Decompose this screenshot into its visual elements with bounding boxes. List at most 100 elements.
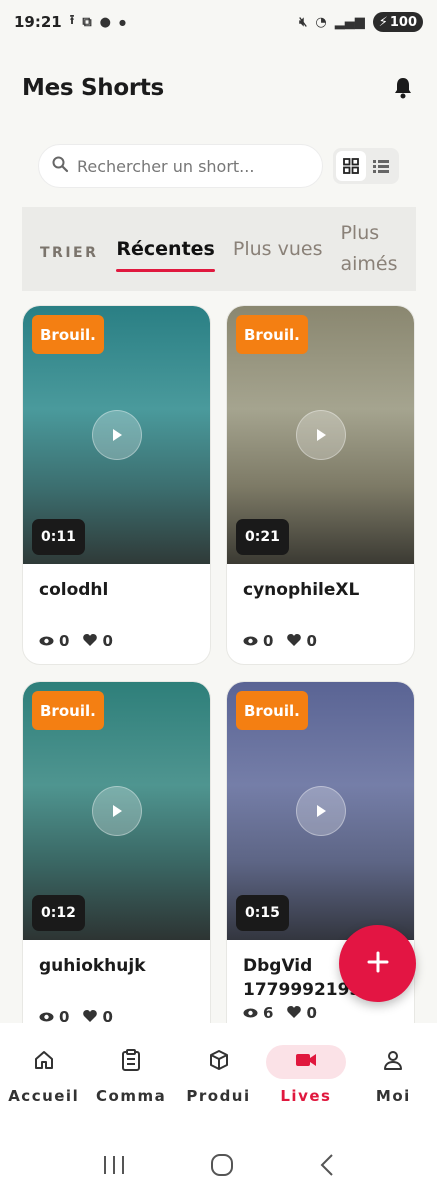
short-title: cynophileXL [243,580,360,600]
duration-badge: 0:15 [236,895,289,931]
eye-icon [39,632,54,650]
draft-badge: Brouil. [236,691,308,730]
clipboard-icon [121,1049,141,1075]
short-thumbnail[interactable]: Brouil. 0:15 [227,682,414,940]
short-thumbnail[interactable]: Brouil. 0:11 [23,306,210,564]
box-icon [209,1050,229,1074]
sort-tab-plus-aimes[interactable]: Plus aimés [340,218,397,280]
likes-count: 0 [102,632,113,650]
nav-icon-wrap [4,1045,84,1079]
short-card[interactable]: Brouil. 0:11 colodhl 0 0 [22,305,211,665]
nav-item-lives[interactable]: Lives [262,1045,349,1133]
recent-apps-button[interactable] [102,1154,126,1180]
status-left: 19:21 ⭱ ⧉ ● ● [14,11,126,33]
search-placeholder: Rechercher un short... [77,156,255,176]
nav-item-produits[interactable]: Produi [175,1045,262,1133]
system-nav-bar [0,1133,437,1200]
likes-count: 0 [306,632,317,650]
nav-item-accueil[interactable]: Accueil [0,1045,87,1133]
chat-icon: ● [99,14,111,30]
draft-badge: Brouil. [236,315,308,354]
draft-badge: Brouil. [32,315,104,354]
likes-stat: 0 [287,632,317,650]
draft-badge: Brouil. [32,691,104,730]
views-count: 0 [59,632,70,650]
short-stats: 0 0 [243,632,398,650]
nav-icon-wrap [91,1045,171,1079]
likes-stat: 0 [83,632,113,650]
heart-icon [83,632,98,650]
nav-icon-wrap [265,1045,346,1079]
home-icon [34,1050,54,1074]
dot-icon: ● [118,17,126,27]
short-card[interactable]: Brouil. 0:21 cynophileXL 0 0 [226,305,415,665]
search-input[interactable]: Rechercher un short... [38,144,323,188]
video-camera-icon [295,1052,317,1072]
short-thumbnail[interactable]: Brouil. 0:12 [23,682,210,940]
duration-badge: 0:21 [236,519,289,555]
status-right: 🔇︎ ◔ ▂▄▆ ⚡︎ 100 [299,12,423,32]
home-button[interactable] [210,1153,234,1181]
play-icon[interactable] [91,786,142,836]
upload-icon: ⭱ [69,13,75,28]
nav-icon-wrap [353,1045,433,1079]
nav-label: Accueil [8,1087,80,1105]
battery-indicator: ⚡︎ 100 [372,12,423,32]
likes-count: 0 [306,1004,317,1022]
play-icon[interactable] [91,410,142,460]
views-count: 6 [263,1004,274,1022]
plus-icon [367,951,389,977]
views-count: 0 [263,632,274,650]
short-card[interactable]: Brouil. 0:12 guhiokhujk 0 0 [22,681,211,1041]
play-icon[interactable] [295,786,346,836]
user-icon [383,1050,403,1074]
back-button[interactable] [319,1153,335,1181]
nav-label: Moi [375,1087,411,1105]
search-icon [51,155,69,177]
screenshot-icon: ⧉ [82,14,92,30]
card-body: cynophileXL 0 0 [227,564,414,650]
page-title: Mes Shorts [22,75,164,101]
bottom-nav: Accueil Comma Produi Lives Moi [0,1023,437,1133]
short-thumbnail[interactable]: Brouil. 0:21 [227,306,414,564]
short-stats: 6 0 [243,1004,398,1022]
play-icon[interactable] [295,410,346,460]
header: Mes Shorts [22,68,415,108]
list-view-icon[interactable] [366,151,396,181]
views-stat: 0 [243,632,273,650]
add-short-button[interactable] [339,925,416,1002]
view-toggle [333,148,399,184]
duration-badge: 0:11 [32,519,85,555]
nav-item-moi[interactable]: Moi [350,1045,437,1133]
likes-stat: 0 [287,1004,317,1022]
mute-icon: 🔇︎ [299,14,308,30]
sort-tab-recentes[interactable]: Récentes [116,238,216,272]
heart-icon [287,632,302,650]
status-time: 19:21 [14,13,62,31]
short-title: colodhl [39,580,109,600]
nav-item-commandes[interactable]: Comma [87,1045,174,1133]
signal-icon: ▂▄▆ [334,14,365,30]
heart-icon [287,1004,302,1022]
eye-icon [243,1004,258,1022]
views-stat: 0 [39,632,69,650]
short-title: DbgVid 1779992193 [243,956,362,1000]
status-bar: 19:21 ⭱ ⧉ ● ● 🔇︎ ◔ ▂▄▆ ⚡︎ 100 [0,0,437,44]
nav-icon-wrap [179,1045,259,1079]
sort-tab-plus-vues[interactable]: Plus vues [233,238,323,260]
nav-label: Produi [186,1087,251,1105]
card-body: guhiokhujk 0 0 [23,940,210,1026]
wifi-icon: ◔ [315,14,327,30]
sort-label: TRIER [40,245,99,261]
duration-badge: 0:12 [32,895,85,931]
battery-level: 100 [389,14,417,30]
short-title: guhiokhujk [39,956,146,976]
views-stat: 6 [243,1004,273,1022]
card-body: colodhl 0 0 [23,564,210,650]
bell-icon[interactable] [391,76,415,100]
grid-view-icon[interactable] [336,151,366,181]
battery-icon: ⚡︎ [378,14,388,30]
nav-label: Comma [96,1087,167,1105]
nav-label: Lives [280,1087,332,1105]
sort-bar: TRIER Récentes Plus vues Plus aimés [22,207,416,291]
